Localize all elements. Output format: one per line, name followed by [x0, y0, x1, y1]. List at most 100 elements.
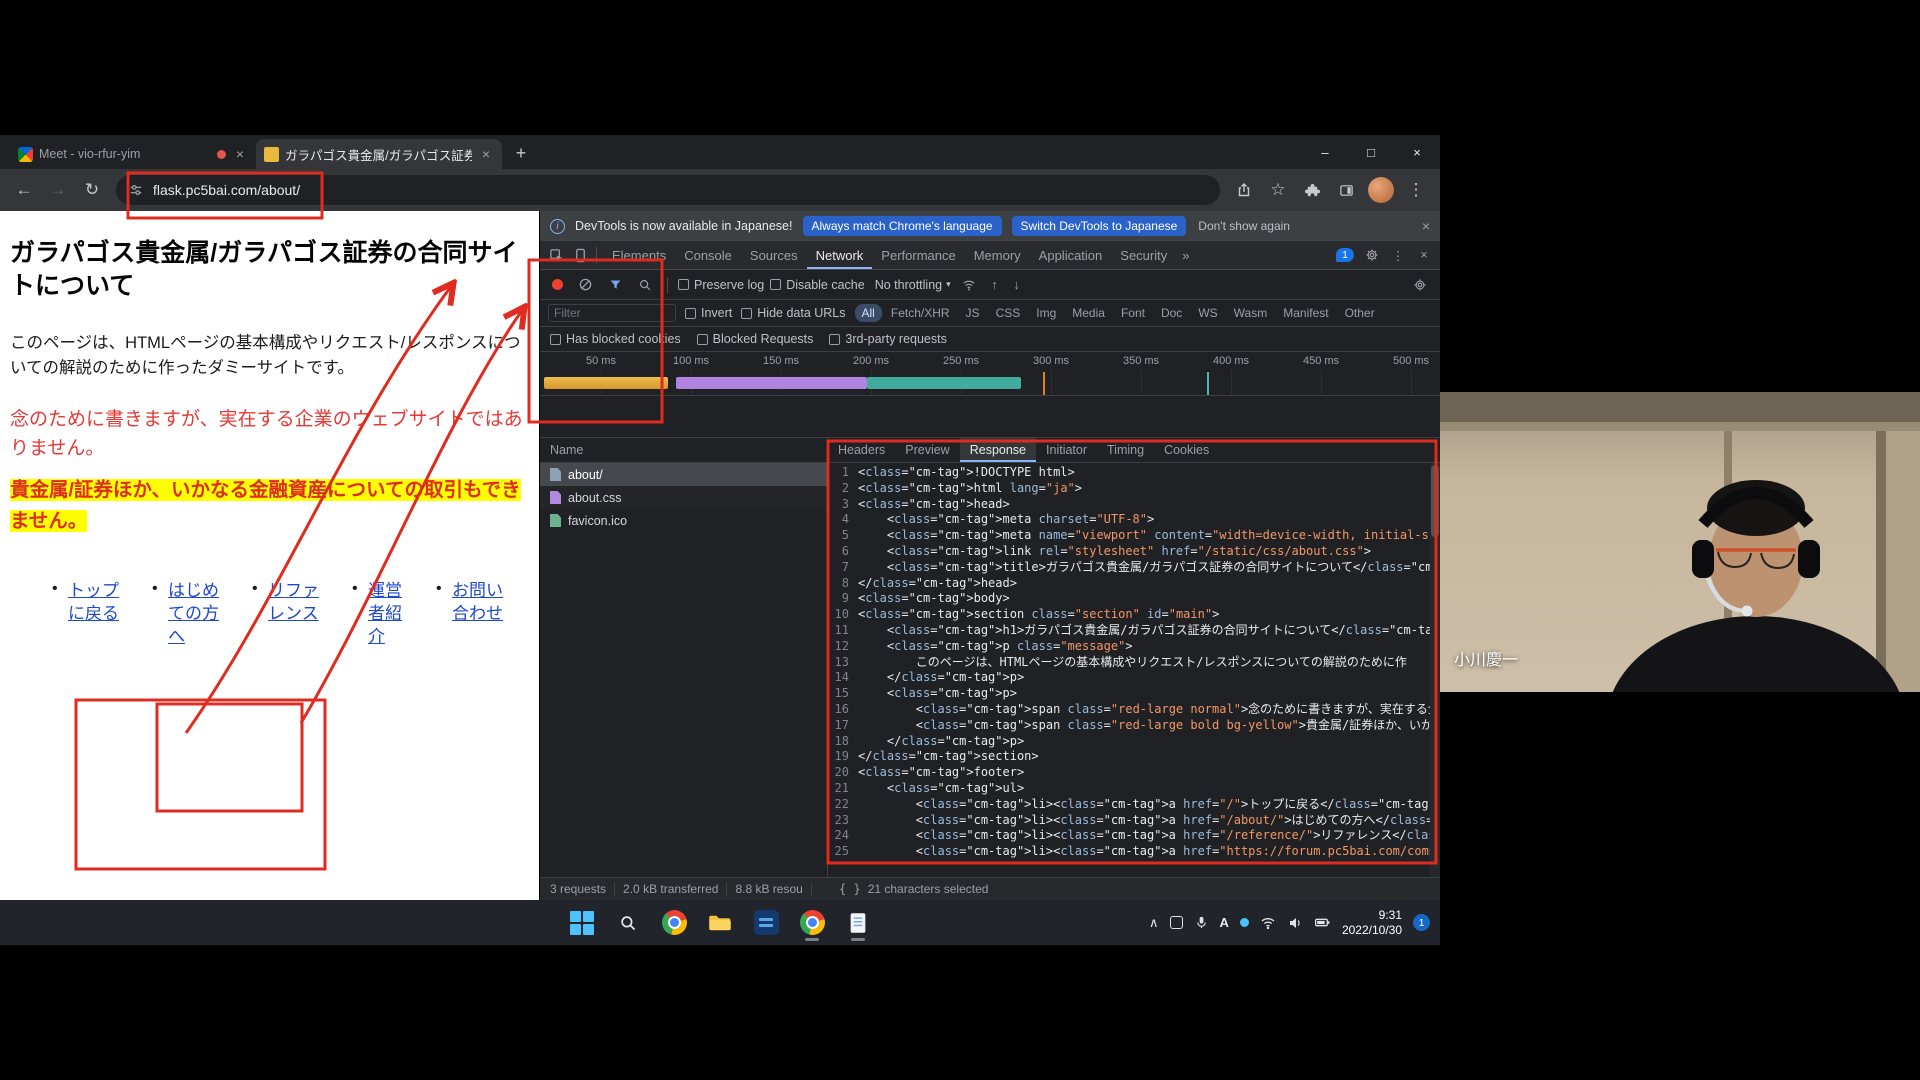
footer-link-2[interactable]: はじめての方へ — [168, 579, 224, 648]
devtools-tab-sources[interactable]: Sources — [741, 241, 807, 269]
wifi-icon[interactable] — [1260, 915, 1276, 931]
tab-galapagos[interactable]: ガラパゴス貴金属/ガラパゴス証券の × — [256, 139, 502, 169]
devtools-tab-security[interactable]: Security — [1111, 241, 1176, 269]
window-minimize-button[interactable]: – — [1302, 135, 1348, 169]
switch-japanese-button[interactable]: Switch DevTools to Japanese — [1012, 216, 1187, 236]
name-column-header[interactable]: Name — [540, 438, 827, 463]
site-settings-icon[interactable] — [128, 174, 144, 206]
devtools-tab-application[interactable]: Application — [1030, 241, 1112, 269]
record-button[interactable] — [552, 279, 563, 290]
filter-chip-all[interactable]: All — [855, 304, 882, 322]
filter-chip-js[interactable]: JS — [959, 304, 987, 322]
footer-link-3[interactable]: リファレンス — [268, 579, 324, 625]
filter-chip-css[interactable]: CSS — [989, 304, 1028, 322]
filter-checkbox-3rd-party-requests[interactable]: 3rd-party requests — [829, 332, 946, 346]
scrollbar-thumb[interactable] — [1431, 465, 1439, 537]
devtools-tab-elements[interactable]: Elements — [603, 241, 675, 269]
scrollbar[interactable] — [1430, 463, 1440, 877]
filter-checkbox-has-blocked-cookies[interactable]: Has blocked cookies — [550, 332, 681, 346]
devtools-tab-performance[interactable]: Performance — [872, 241, 964, 269]
notification-badge[interactable]: 1 — [1413, 914, 1430, 931]
filter-checkbox-blocked-requests[interactable]: Blocked Requests — [697, 332, 814, 346]
request-row-favicon-ico[interactable]: favicon.ico — [540, 509, 827, 532]
taskbar-chrome-active-icon[interactable] — [793, 902, 831, 943]
taskbar-explorer-icon[interactable] — [701, 902, 739, 943]
address-bar[interactable]: flask.pc5bai.com/about/ — [116, 175, 1220, 205]
new-tab-button[interactable]: + — [508, 140, 534, 166]
volume-icon[interactable] — [1287, 915, 1303, 931]
response-tab-initiator[interactable]: Initiator — [1036, 438, 1097, 462]
match-language-button[interactable]: Always match Chrome's language — [803, 216, 1002, 236]
devtools-close-icon[interactable]: × — [1412, 243, 1436, 267]
filter-chip-doc[interactable]: Doc — [1154, 304, 1189, 322]
devtools-tab-network[interactable]: Network — [807, 241, 873, 269]
throttling-dropdown[interactable]: No throttling ▾ — [875, 278, 951, 292]
hidden-icons-chevron[interactable]: ∧ — [1149, 915, 1159, 931]
devtools-menu-icon[interactable]: ⋮ — [1386, 243, 1410, 267]
footer-link-4[interactable]: 運営者紹介 — [368, 579, 408, 648]
disable-cache-checkbox[interactable]: Disable cache — [770, 278, 865, 292]
ime-indicator[interactable]: A — [1220, 915, 1229, 930]
close-tab-icon[interactable]: × — [478, 146, 494, 162]
filter-chip-manifest[interactable]: Manifest — [1276, 304, 1335, 322]
pretty-print-button[interactable]: { } — [839, 882, 861, 896]
close-icon[interactable]: × — [1422, 218, 1430, 234]
inspect-icon[interactable] — [544, 243, 568, 267]
footer-link-5[interactable]: お問い合わせ — [452, 579, 508, 625]
network-settings-gear-icon[interactable] — [1408, 273, 1432, 297]
window-maximize-button[interactable]: □ — [1348, 135, 1394, 169]
profile-avatar[interactable] — [1368, 177, 1394, 203]
response-code-view[interactable]: 1<class="cm-tag">!DOCTYPE html>2<class="… — [828, 463, 1440, 877]
response-tab-headers[interactable]: Headers — [828, 438, 895, 462]
more-tabs-icon[interactable]: » — [1176, 248, 1195, 263]
device-toolbar-icon[interactable] — [568, 243, 592, 267]
issues-counter[interactable]: 1 — [1336, 248, 1354, 262]
filter-chip-img[interactable]: Img — [1029, 304, 1063, 322]
extensions-puzzle-icon[interactable] — [1296, 174, 1328, 206]
filter-funnel-icon[interactable] — [603, 273, 627, 297]
filter-chip-wasm[interactable]: Wasm — [1227, 304, 1275, 322]
window-close-button[interactable]: × — [1394, 135, 1440, 169]
import-har-icon[interactable]: ↑ — [987, 277, 1003, 292]
taskbar-app-icon[interactable] — [747, 902, 785, 943]
taskbar-clock[interactable]: 9:31 2022/10/30 — [1342, 908, 1402, 938]
microphone-icon[interactable] — [1194, 915, 1209, 930]
devtools-tab-console[interactable]: Console — [675, 241, 741, 269]
network-overview-timeline[interactable]: 50 ms100 ms150 ms200 ms250 ms300 ms350 m… — [540, 352, 1440, 396]
network-filter-input[interactable] — [548, 304, 676, 322]
filter-chip-other[interactable]: Other — [1338, 304, 1382, 322]
filter-chip-media[interactable]: Media — [1065, 304, 1112, 322]
browser-menu-icon[interactable]: ⋮ — [1400, 174, 1432, 206]
request-row-about-css[interactable]: about.css — [540, 486, 827, 509]
back-button[interactable]: ← — [8, 174, 40, 206]
side-panel-icon[interactable] — [1330, 174, 1362, 206]
response-tab-preview[interactable]: Preview — [895, 438, 959, 462]
tab-meet[interactable]: Meet - vio-rfur-yim × — [10, 139, 256, 169]
response-tab-cookies[interactable]: Cookies — [1154, 438, 1219, 462]
start-button[interactable] — [563, 902, 601, 943]
bookmark-star-icon[interactable]: ☆ — [1262, 174, 1294, 206]
filter-chip-font[interactable]: Font — [1114, 304, 1152, 322]
reload-button[interactable]: ↻ — [76, 174, 108, 206]
close-tab-icon[interactable]: × — [232, 146, 248, 162]
tray-app-icon[interactable] — [1170, 916, 1183, 929]
taskbar-chrome-icon[interactable] — [655, 902, 693, 943]
filter-chip-fetch-xhr[interactable]: Fetch/XHR — [884, 304, 957, 322]
share-icon[interactable] — [1228, 174, 1260, 206]
response-tab-response[interactable]: Response — [960, 438, 1036, 462]
filter-chip-ws[interactable]: WS — [1191, 304, 1224, 322]
taskbar-notepad-icon[interactable] — [839, 902, 877, 943]
clear-icon[interactable] — [573, 273, 597, 297]
preserve-log-checkbox[interactable]: Preserve log — [678, 278, 764, 292]
request-row-about[interactable]: about/ — [540, 463, 827, 486]
battery-icon[interactable] — [1314, 914, 1331, 931]
network-conditions-icon[interactable] — [957, 273, 981, 297]
dont-show-again-button[interactable]: Don't show again — [1198, 219, 1290, 233]
hide-data-urls-checkbox[interactable]: Hide data URLs — [741, 306, 845, 320]
invert-checkbox[interactable]: Invert — [685, 306, 732, 320]
footer-link-1[interactable]: トップに戻る — [68, 579, 124, 625]
devtools-settings-gear-icon[interactable] — [1360, 243, 1384, 267]
taskbar-search-icon[interactable] — [609, 902, 647, 943]
search-icon[interactable] — [633, 273, 657, 297]
export-har-icon[interactable]: ↓ — [1009, 277, 1025, 292]
